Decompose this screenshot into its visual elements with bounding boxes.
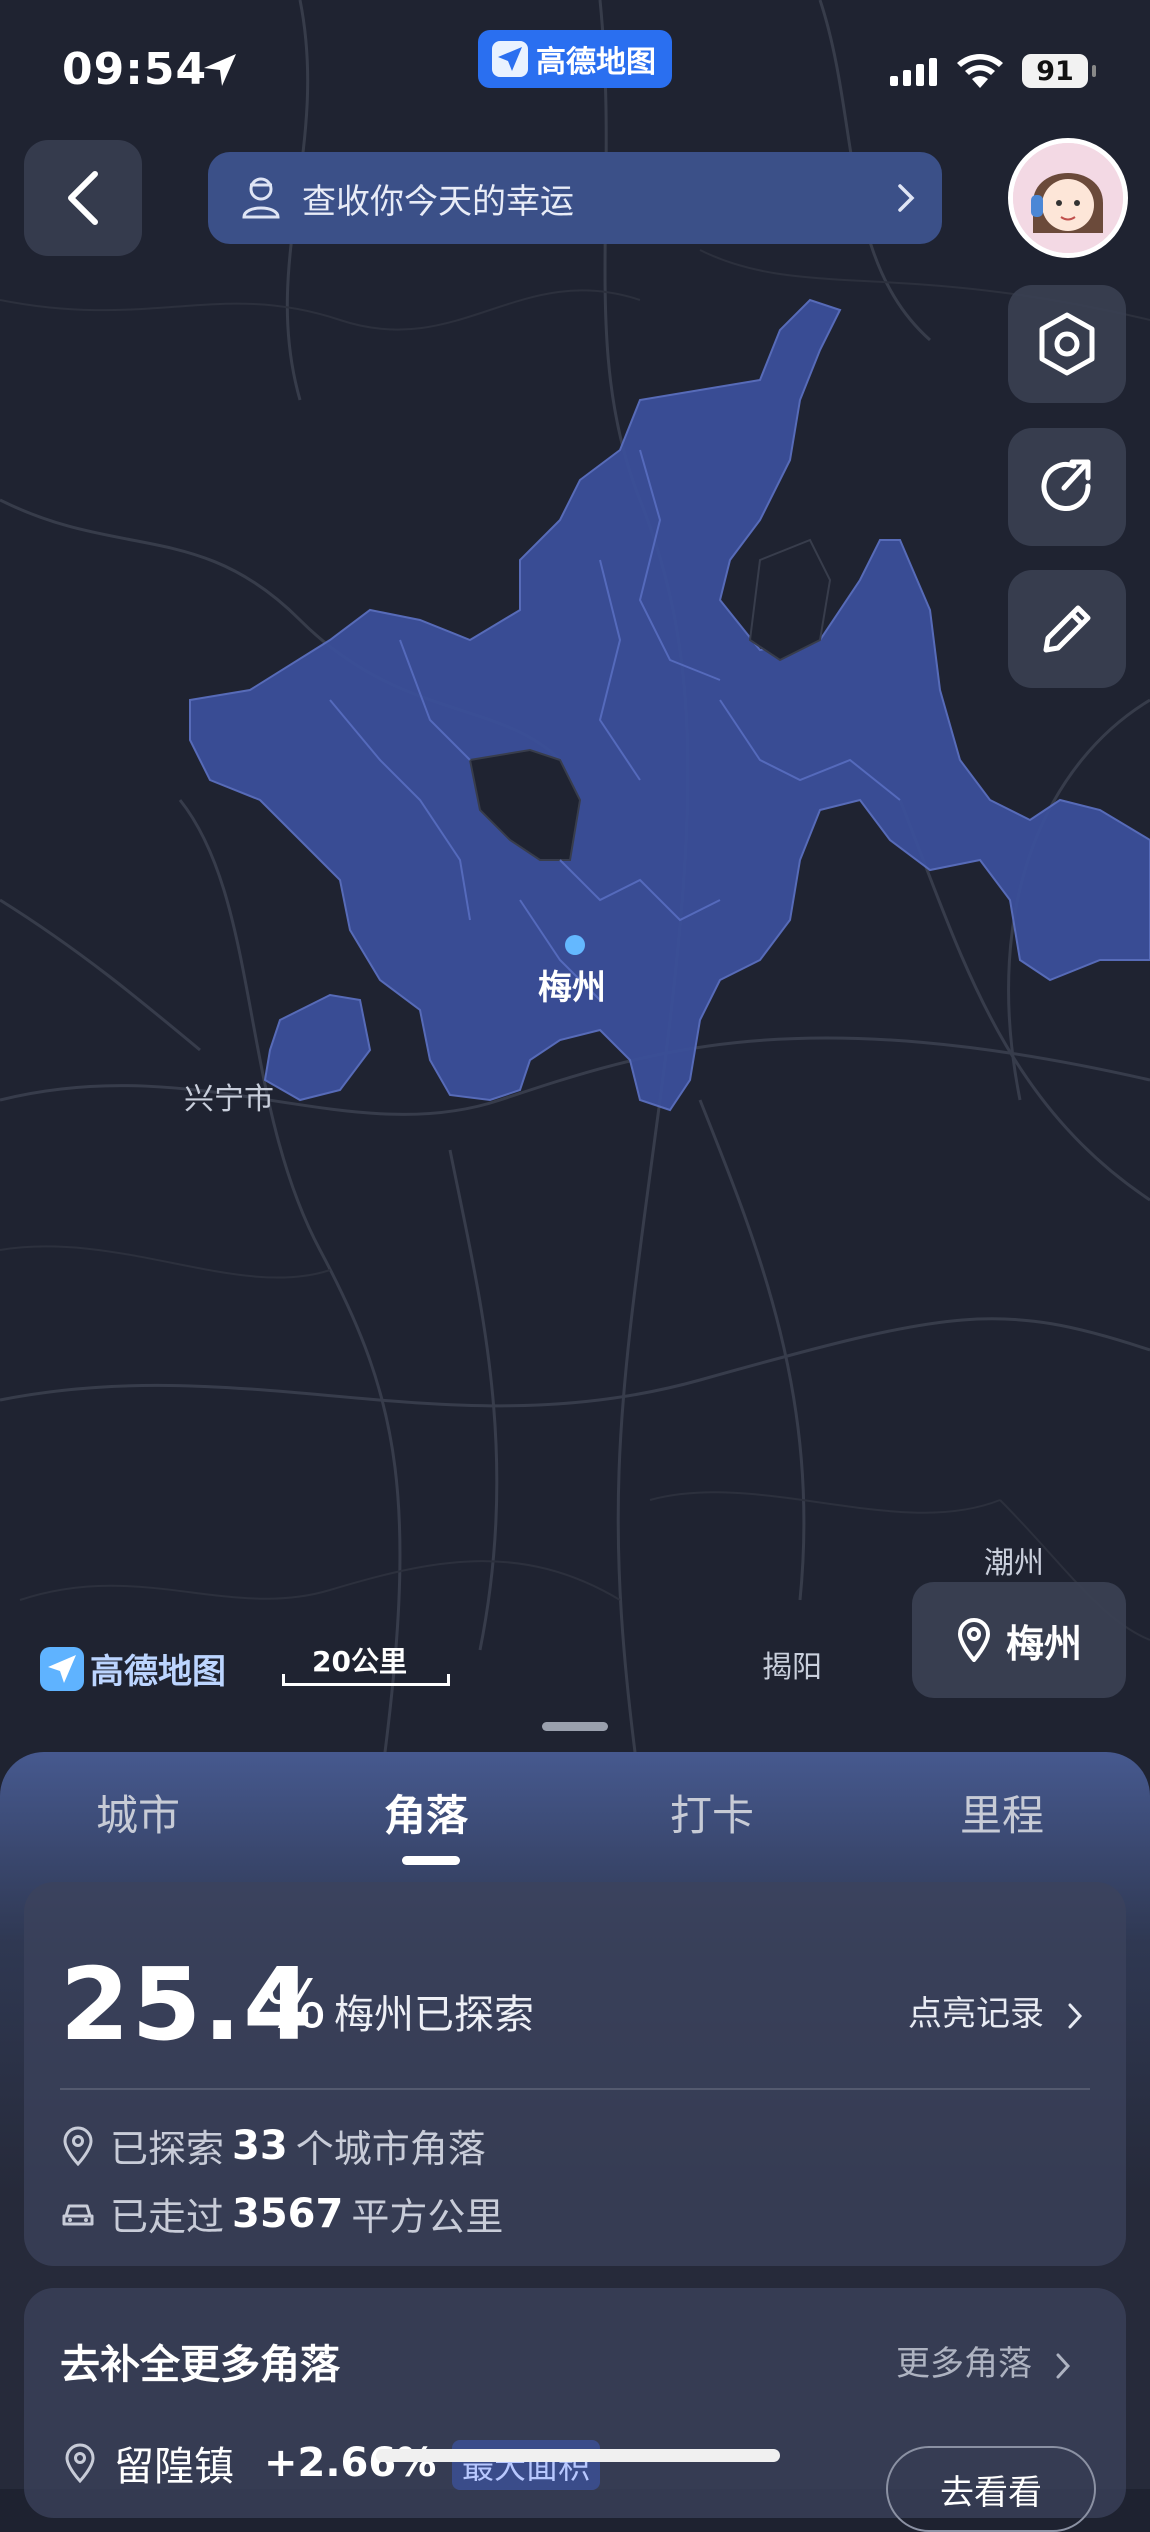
light-record-link[interactable]: 点亮记录 bbox=[908, 1986, 1083, 2035]
tab-checkin[interactable]: 打卡 bbox=[670, 1782, 754, 1843]
corners-suffix: 个城市角落 bbox=[295, 2127, 486, 2171]
map-scale: 20公里 bbox=[282, 1640, 452, 1690]
app-return-badge[interactable]: 高德地图 bbox=[478, 30, 672, 88]
settings-button[interactable] bbox=[1008, 285, 1126, 403]
location-pin-icon bbox=[63, 2126, 93, 2166]
home-indicator[interactable] bbox=[376, 2449, 780, 2462]
location-pin-icon bbox=[957, 1618, 990, 1662]
chevron-right-icon bbox=[1056, 2353, 1070, 2378]
app-name: 高德地图 bbox=[536, 45, 656, 80]
active-tab-indicator bbox=[402, 1856, 460, 1865]
area-suffix: 平方公里 bbox=[351, 2195, 504, 2239]
edit-button[interactable] bbox=[1008, 570, 1126, 688]
max-area-badge: 最大面积 bbox=[452, 2440, 601, 2490]
go-see-button[interactable]: 去看看 bbox=[886, 2446, 1096, 2532]
fortune-text: 查收你今天的幸运 bbox=[302, 181, 574, 222]
tab-city[interactable]: 城市 bbox=[96, 1782, 180, 1843]
light-record-label: 点亮记录 bbox=[908, 1994, 1044, 2034]
area-prefix: 已走过 bbox=[110, 2195, 225, 2239]
chevron-right-icon bbox=[1068, 2003, 1082, 2028]
corner-name: 留隍镇 bbox=[114, 2444, 234, 2490]
amap-logo-icon bbox=[40, 1646, 84, 1691]
city-selector-label: 梅州 bbox=[1005, 1621, 1082, 1666]
battery-indicator: 91 bbox=[1022, 54, 1096, 88]
corner-increase: +2.66% bbox=[264, 2440, 437, 2486]
fortune-teller-icon bbox=[242, 177, 280, 219]
hexagon-settings-icon bbox=[1039, 312, 1095, 376]
status-bar: 09:54 高德地图 91 bbox=[0, 0, 1150, 140]
share-button[interactable] bbox=[1008, 428, 1126, 546]
percent-sign: % bbox=[264, 1966, 327, 2043]
more-corners-title: 去补全更多角落 bbox=[60, 2342, 340, 2388]
explored-caption: 梅州已探索 bbox=[334, 1992, 534, 2038]
car-icon bbox=[62, 2204, 94, 2225]
tab-mileage[interactable]: 里程 bbox=[960, 1782, 1044, 1843]
map-logo-text: 高德地图 bbox=[90, 1652, 226, 1692]
sheet-drag-handle[interactable] bbox=[542, 1722, 608, 1731]
map-view[interactable] bbox=[0, 0, 1150, 1790]
map-canvas bbox=[0, 0, 1150, 1790]
more-corners-card: 去补全更多角落 更多角落 留隍镇 +2.66% 最大面积 去看看 bbox=[24, 2288, 1126, 2532]
chevron-left-icon bbox=[68, 171, 98, 225]
map-logo: 高德地图 bbox=[40, 1644, 226, 1693]
user-avatar[interactable] bbox=[1008, 138, 1128, 258]
map-city-label: 梅州 bbox=[538, 968, 606, 1008]
back-button[interactable] bbox=[24, 140, 142, 256]
scale-bar bbox=[282, 1674, 450, 1686]
exploration-summary-card: 25.4 % 梅州已探索 点亮记录 已探索 33 个城市角落 已走过 3567 … bbox=[24, 1882, 1126, 2266]
current-location-dot bbox=[565, 935, 585, 955]
corner-item[interactable]: 留隍镇 +2.66% bbox=[62, 2434, 436, 2492]
corners-count: 33 bbox=[232, 2122, 288, 2169]
more-corners-label: 更多角落 bbox=[896, 2344, 1032, 2384]
share-arrow-icon bbox=[1041, 459, 1091, 511]
map-label-xingning: 兴宁市 bbox=[184, 1082, 274, 1117]
corners-prefix: 已探索 bbox=[110, 2127, 225, 2171]
tab-bar: 城市 角落 打卡 里程 bbox=[0, 1752, 1150, 1872]
area-stat: 已走过 3567 平方公里 bbox=[60, 2186, 503, 2241]
city-selector-button[interactable]: 梅州 bbox=[912, 1582, 1126, 1698]
divider bbox=[60, 2088, 1090, 2090]
fortune-banner[interactable]: 查收你今天的幸运 bbox=[208, 152, 942, 244]
status-time: 09:54 bbox=[62, 44, 208, 95]
location-arrow-icon bbox=[204, 54, 236, 86]
chevron-right-icon bbox=[898, 184, 915, 212]
map-label-chaozhou: 潮州 bbox=[984, 1546, 1044, 1581]
area-value: 3567 bbox=[232, 2190, 344, 2237]
avatar-image bbox=[1013, 143, 1123, 253]
corners-stat: 已探索 33 个城市角落 bbox=[60, 2118, 486, 2173]
tab-corner[interactable]: 角落 bbox=[384, 1782, 468, 1843]
location-pin-icon bbox=[65, 2443, 95, 2483]
amap-logo-icon bbox=[492, 41, 528, 77]
pencil-icon bbox=[1043, 605, 1091, 653]
cellular-signal-icon bbox=[890, 58, 937, 86]
map-label-jieyang: 揭阳 bbox=[762, 1650, 822, 1685]
more-corners-link[interactable]: 更多角落 bbox=[896, 2336, 1071, 2385]
wifi-icon bbox=[957, 54, 1003, 88]
